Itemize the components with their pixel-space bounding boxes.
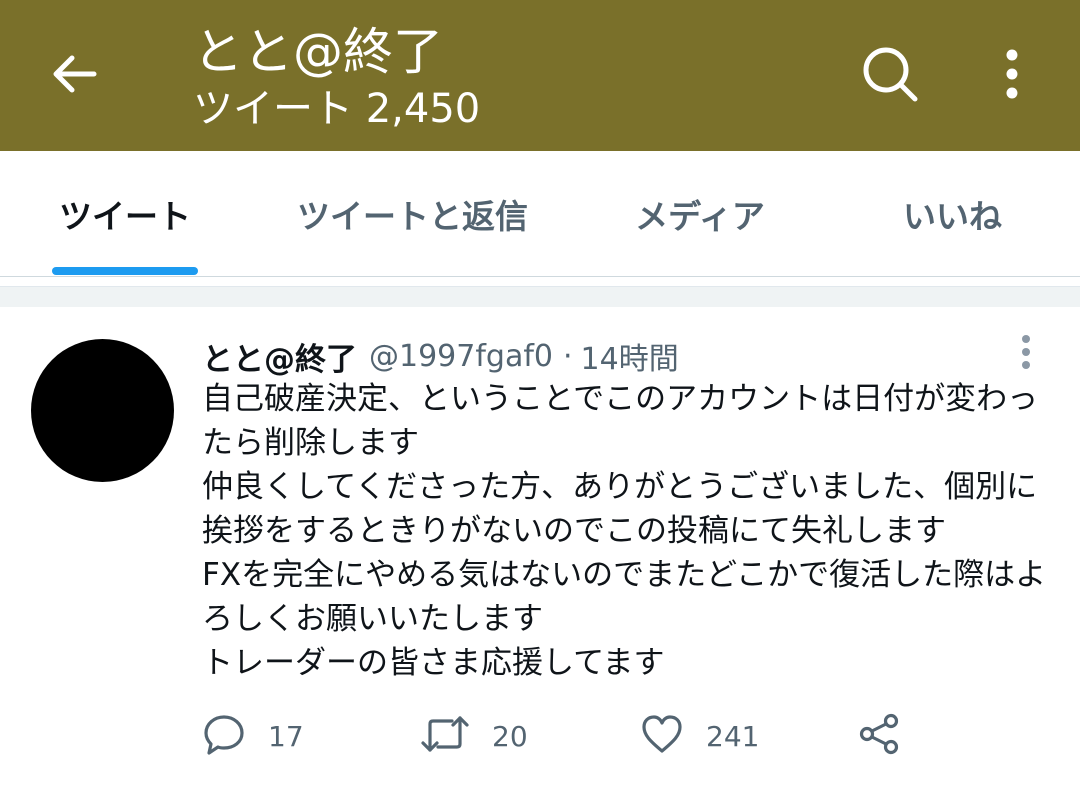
reply-icon (202, 712, 246, 760)
tweet-author-name[interactable]: とと@終了 (202, 334, 357, 379)
tweet-text-line: トレーダーの皆さま応援してます (202, 645, 665, 681)
tweet-separator: · (562, 338, 573, 374)
tab-likes[interactable]: いいね (825, 151, 1080, 276)
tweet-text-line: 挨拶をするときりがないのでこの投稿にて失礼します (202, 513, 946, 549)
tweet-more-button[interactable] (1008, 331, 1044, 377)
section-divider (0, 286, 1080, 308)
tweet-text-line: ろしくお願いいたします (202, 601, 543, 637)
heart-icon (640, 712, 684, 760)
tab-tweets-and-replies[interactable]: ツイートと返信 (250, 151, 575, 276)
more-vertical-icon (1005, 48, 1019, 104)
more-vertical-icon (1021, 334, 1031, 374)
active-tab-indicator (52, 267, 198, 275)
tweet-text-line: たら削除します (202, 425, 419, 461)
tweet-text-line: FXを完全にやめる気はないのでまたどこかで復活した際はよ (202, 557, 1047, 593)
tab-tweets[interactable]: ツイート (0, 151, 250, 276)
tweet-text-line: 仲良くしてくださった方、ありがとうございました、個別に (202, 469, 1038, 505)
tweet-count: ツイート 2,450 (193, 86, 481, 132)
profile-header: とと@終了 ツイート 2,450 (0, 0, 1080, 151)
back-button[interactable] (44, 46, 104, 106)
like-count: 241 (706, 719, 760, 753)
retweet-icon (420, 712, 470, 760)
tweet-header: とと@終了 @1997fgaf0 · 14時間 (202, 331, 679, 381)
retweet-count: 20 (492, 719, 528, 753)
share-button[interactable] (858, 711, 902, 761)
tweet-author-handle[interactable]: @1997fgaf0 (369, 339, 553, 374)
profile-tabs: ツイート ツイートと返信 メディア いいね (0, 151, 1080, 277)
tweet-text-line: 自己破産決定、ということでこのアカウントは日付が変わっ (202, 381, 1039, 417)
more-options-button[interactable] (992, 46, 1032, 106)
search-icon (861, 45, 919, 107)
retweet-button[interactable]: 20 (420, 711, 528, 761)
tweet-timestamp[interactable]: 14時間 (581, 334, 679, 378)
search-button[interactable] (858, 44, 922, 108)
tweet-text: 自己破産決定、ということでこのアカウントは日付が変わっ たら削除します 仲良くし… (202, 377, 1062, 685)
avatar[interactable] (31, 339, 174, 482)
reply-button[interactable]: 17 (202, 711, 304, 761)
page-title: とと@終了 (193, 23, 443, 81)
reply-count: 17 (268, 719, 304, 753)
arrow-left-icon (50, 50, 98, 102)
share-icon (858, 712, 902, 760)
tab-media[interactable]: メディア (575, 151, 825, 276)
tweet[interactable]: とと@終了 @1997fgaf0 · 14時間 自己破産決定、ということでこのア… (0, 307, 1080, 792)
like-button[interactable]: 241 (640, 711, 759, 761)
